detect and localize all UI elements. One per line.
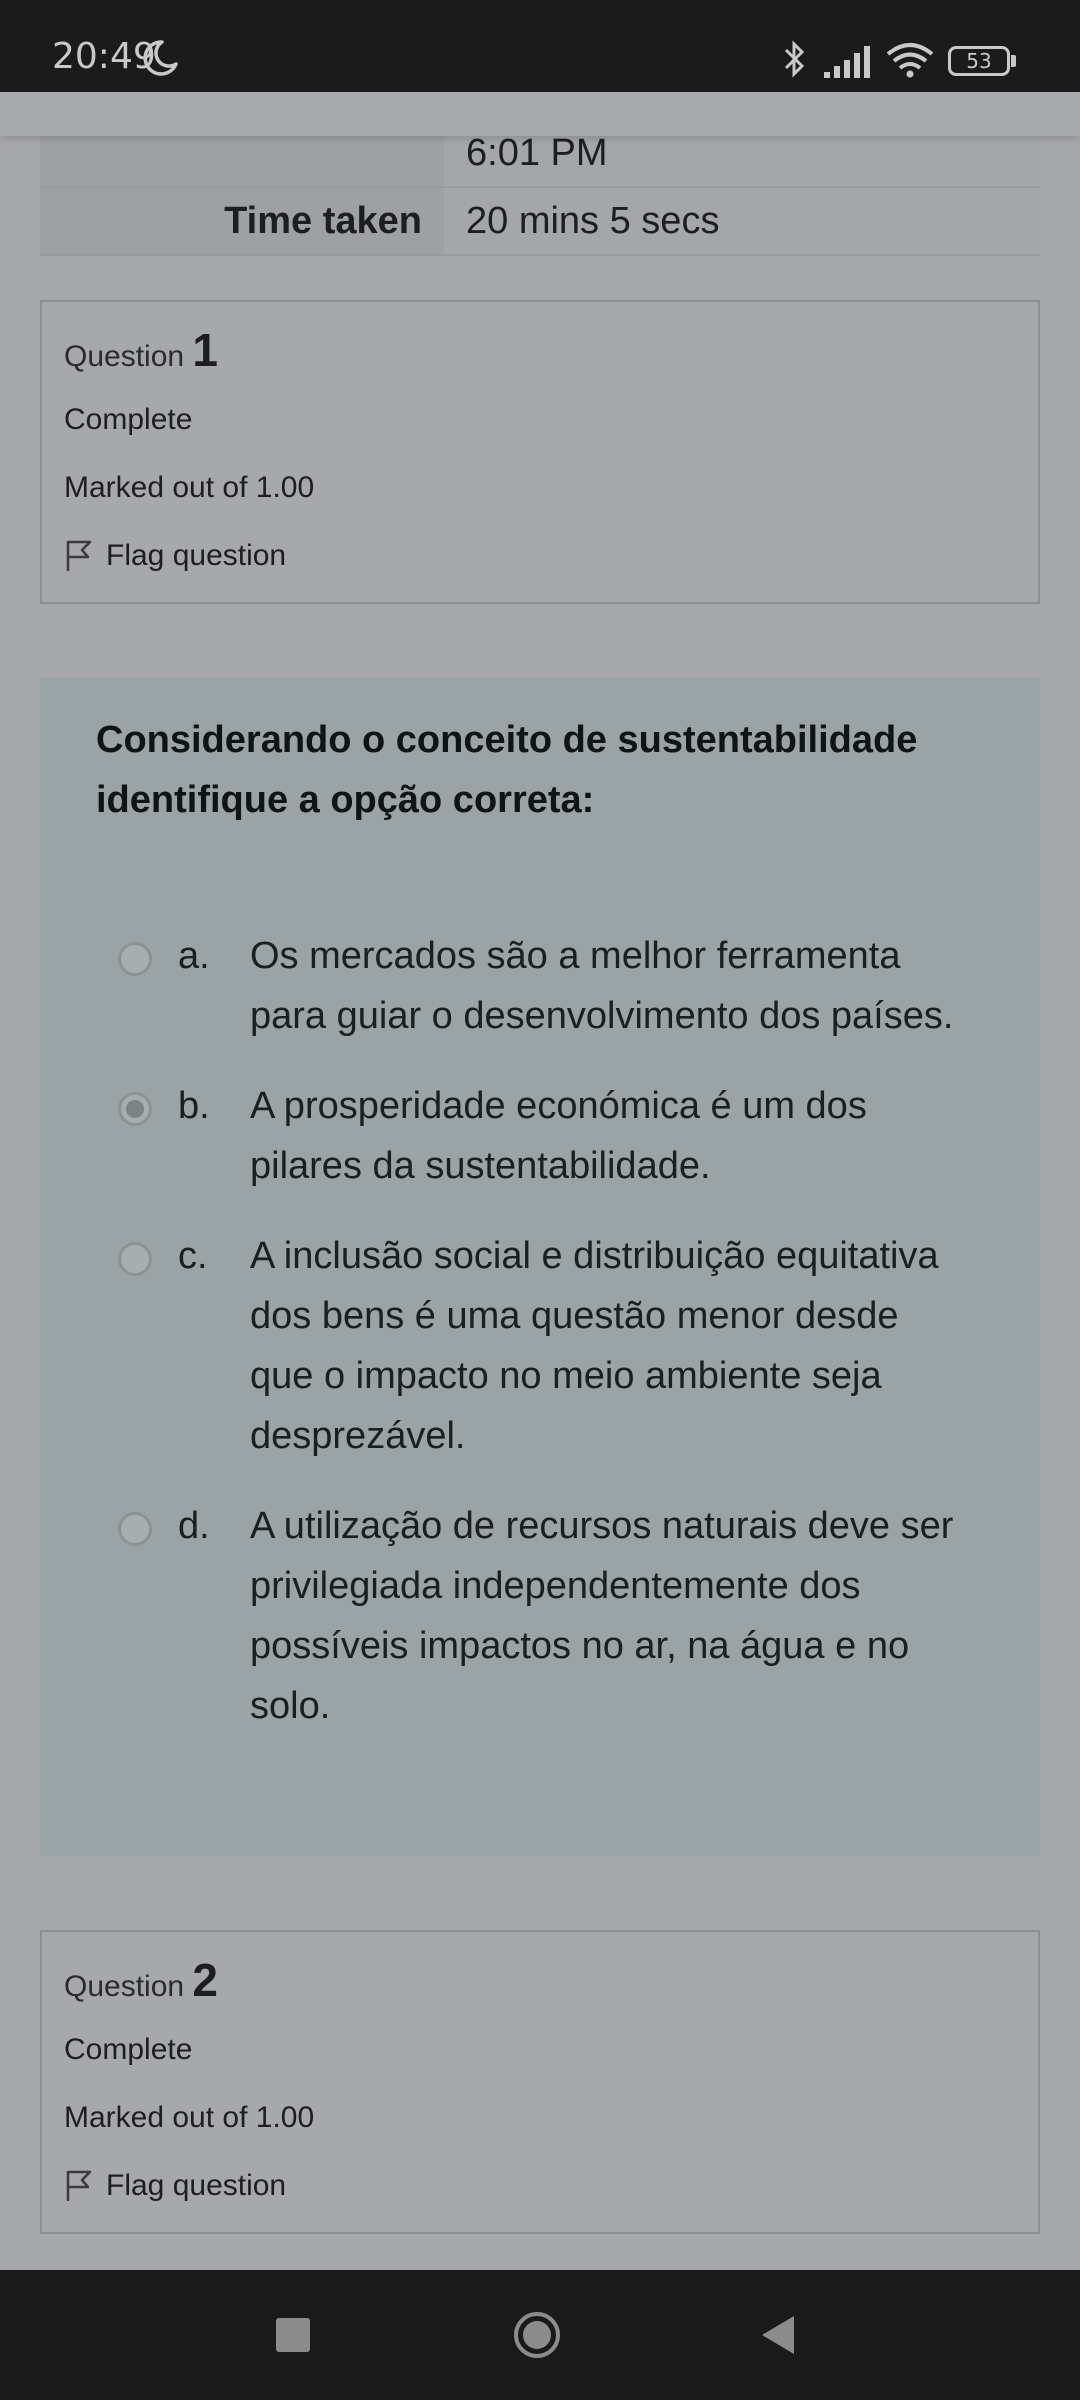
flag-icon	[66, 540, 92, 571]
flag-icon	[66, 2170, 92, 2201]
flag-question-link[interactable]: Flag question	[64, 2162, 1016, 2210]
question-state: Complete	[64, 2033, 193, 2066]
flag-question-label: Flag question	[106, 539, 287, 572]
answer-text: Os mercados são a melhor ferramenta para…	[250, 935, 954, 1037]
answer-option-b[interactable]: b. A prosperidade económica é um dos pil…	[96, 1076, 984, 1196]
signal-icon	[824, 46, 870, 78]
recents-icon[interactable]	[276, 2318, 310, 2352]
question-1-info: Question 1 Complete Marked out of 1.00 F…	[40, 300, 1040, 604]
question-prefix: Question	[64, 340, 185, 373]
answer-text: A prosperidade económica é um dos pilare…	[250, 1085, 867, 1187]
radio-button[interactable]	[118, 942, 152, 976]
radio-button-selected[interactable]	[118, 1092, 152, 1126]
question-number: 1	[192, 324, 219, 376]
radio-button[interactable]	[118, 1512, 152, 1546]
question-number: 2	[192, 1954, 219, 2006]
answer-text: A utilização de recursos naturais deve s…	[250, 1505, 954, 1727]
answer-option-a[interactable]: a. Os mercados são a melhor ferramenta p…	[96, 926, 984, 1046]
flag-question-label: Flag question	[106, 2169, 287, 2202]
attempt-summary-table: 6:01 PM Time taken 20 mins 5 secs	[40, 120, 1040, 256]
question-grade: Marked out of 1.00	[64, 471, 315, 504]
question-state: Complete	[64, 403, 193, 436]
moon-icon	[143, 40, 178, 76]
question-2-title: Question 2	[64, 1954, 1016, 2006]
question-1-title: Question 1	[64, 324, 1016, 376]
question-text: Considerando o conceito de sustentabilid…	[96, 719, 918, 821]
system-nav-bar	[0, 2270, 1080, 2400]
question-2-info: Question 2 Complete Marked out of 1.00 F…	[40, 1930, 1040, 2234]
question-1-content: Considerando o conceito de sustentabilid…	[40, 678, 1040, 1856]
summary-row-time-taken: Time taken 20 mins 5 secs	[40, 188, 1040, 256]
answer-option-c[interactable]: c. A inclusão social e distribuição equi…	[96, 1226, 984, 1466]
answer-letter: a.	[178, 935, 210, 977]
question-prefix: Question	[64, 1970, 185, 2003]
battery-tip	[1011, 55, 1016, 67]
answer-letter: d.	[178, 1505, 210, 1547]
answer-list: a. Os mercados são a melhor ferramenta p…	[96, 926, 984, 1736]
flag-question-link[interactable]: Flag question	[64, 532, 1016, 580]
answer-option-d[interactable]: d. A utilização de recursos naturais dev…	[96, 1496, 984, 1736]
answer-letter: b.	[178, 1085, 210, 1127]
answer-letter: c.	[178, 1235, 208, 1277]
radio-button[interactable]	[118, 1242, 152, 1276]
status-bar: 20:49 53	[0, 0, 1080, 92]
home-icon[interactable]	[512, 2310, 562, 2360]
battery-icon: 53	[948, 46, 1010, 76]
summary-value: 20 mins 5 secs	[444, 188, 1040, 254]
answer-text: A inclusão social e distribuição equitat…	[250, 1235, 939, 1457]
summary-label: Time taken	[40, 188, 444, 254]
back-icon[interactable]	[758, 2314, 798, 2356]
app-header-strip	[0, 92, 1080, 136]
bluetooth-icon	[784, 40, 805, 78]
question-grade: Marked out of 1.00	[64, 2101, 315, 2134]
wifi-icon	[886, 43, 934, 78]
